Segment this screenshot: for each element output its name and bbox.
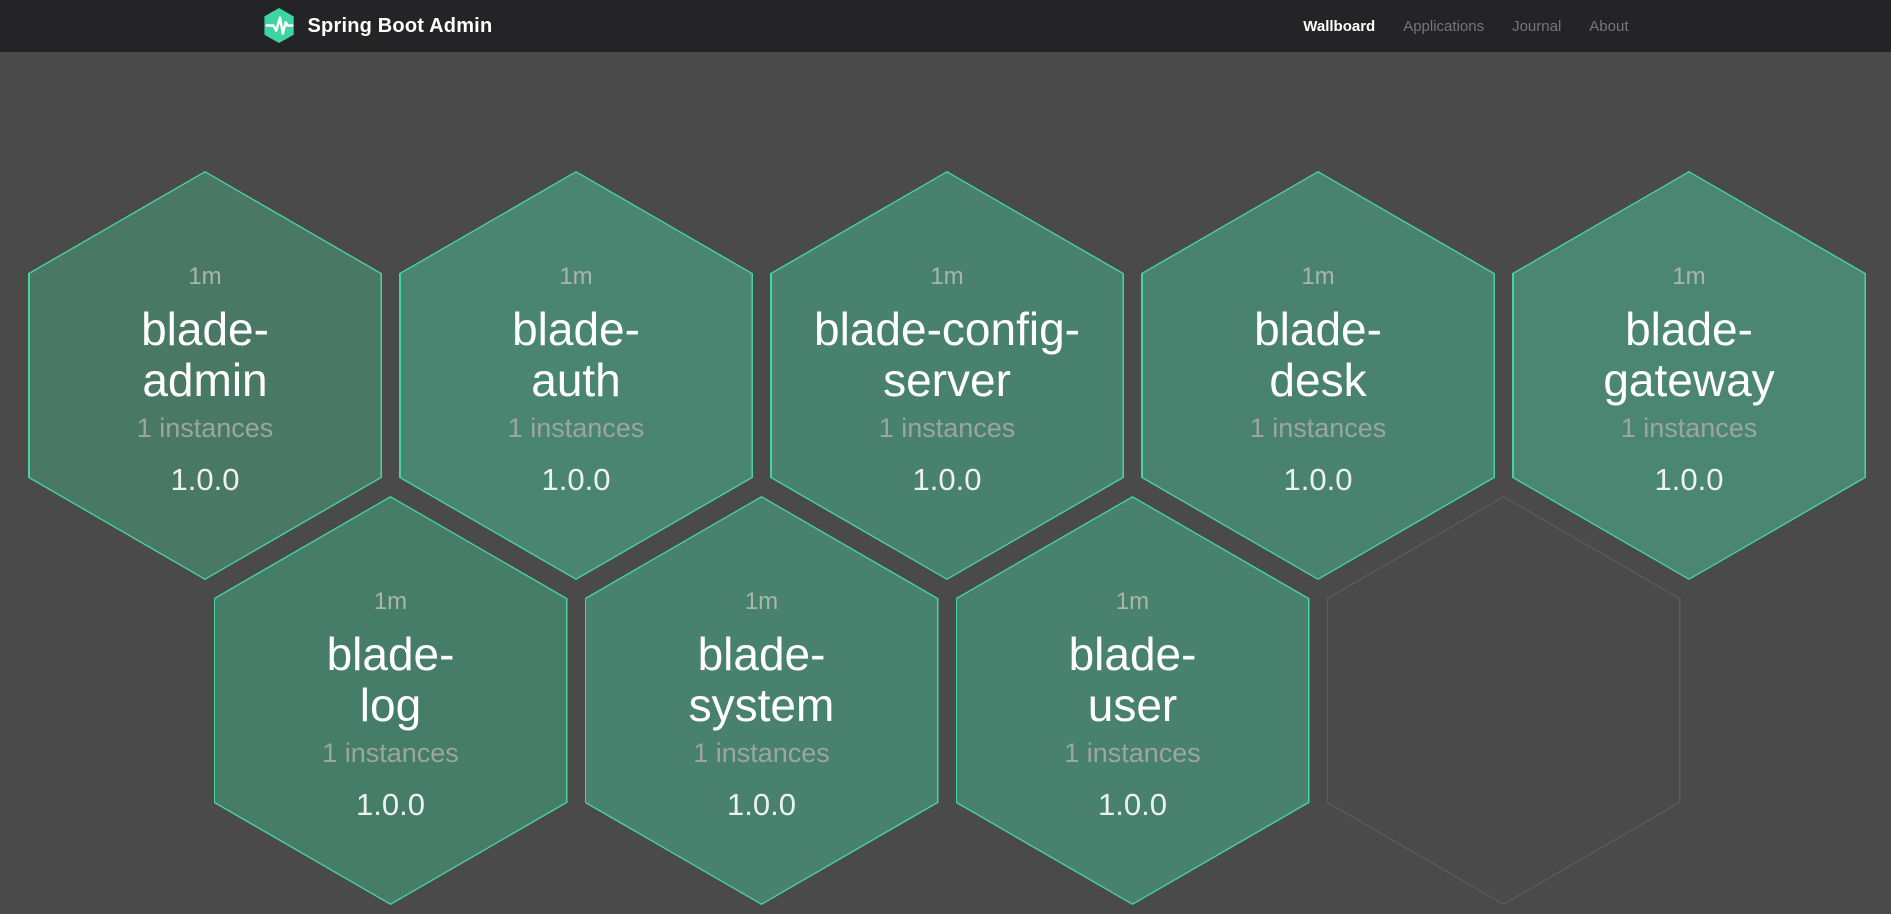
app-version: 1.0.0 — [542, 462, 611, 498]
hexagon-content: 1m blade- system 1 instances 1.0.0 — [585, 496, 939, 905]
hexagon-border — [1327, 496, 1681, 905]
app-uptime: 1m — [188, 263, 221, 291]
app-name-line2: gateway — [1603, 354, 1774, 406]
app-version: 1.0.0 — [727, 787, 796, 823]
app-name-line2: auth — [531, 354, 621, 406]
hexagon-content: 1m blade- log 1 instances 1.0.0 — [214, 496, 568, 905]
app-name-line1: blade- — [141, 303, 269, 355]
app-name-line2: desk — [1269, 354, 1366, 406]
app-name: blade- gateway — [1603, 304, 1774, 406]
app-name: blade- auth — [512, 304, 640, 406]
spring-boot-admin-logo-icon — [263, 7, 297, 45]
app-hexagon[interactable]: 1m blade- log 1 instances 1.0.0 — [214, 496, 568, 905]
wallboard: 1m blade- admin 1 instances 1.0.0 1m bla… — [0, 52, 1891, 914]
app-name-line2: admin — [142, 354, 267, 406]
app-version: 1.0.0 — [1284, 462, 1353, 498]
navbar-container: Spring Boot Admin Wallboard Applications J… — [263, 0, 1629, 52]
hexagon-content: 1m blade- user 1 instances 1.0.0 — [956, 496, 1310, 905]
app-name-line1: blade- — [698, 628, 826, 680]
hexagon-fill — [1328, 498, 1679, 904]
app-name-line1: blade-config- — [814, 303, 1080, 355]
app-instances: 1 instances — [508, 411, 645, 445]
app-name: blade- admin — [141, 304, 269, 406]
app-version: 1.0.0 — [1655, 462, 1724, 498]
app-uptime: 1m — [1672, 263, 1705, 291]
app-name-line2: system — [689, 679, 835, 731]
app-instances: 1 instances — [322, 736, 459, 770]
app-uptime: 1m — [374, 588, 407, 616]
app-name-line2: user — [1088, 679, 1177, 731]
navbar: Spring Boot Admin Wallboard Applications J… — [0, 0, 1891, 52]
app-instances: 1 instances — [137, 411, 274, 445]
app-name: blade-config- server — [814, 304, 1080, 406]
app-name-line2: server — [883, 354, 1011, 406]
nav-item[interactable]: About — [1589, 18, 1628, 35]
app-name: blade- system — [689, 629, 835, 731]
app-instances: 1 instances — [1621, 411, 1758, 445]
app-version: 1.0.0 — [171, 462, 240, 498]
app-uptime: 1m — [1301, 263, 1334, 291]
app-uptime: 1m — [930, 263, 963, 291]
nav-item[interactable]: Wallboard — [1303, 18, 1375, 35]
app-name-line1: blade- — [327, 628, 455, 680]
app-hexagon[interactable]: 1m blade- user 1 instances 1.0.0 — [956, 496, 1310, 905]
nav-item[interactable]: Applications — [1403, 18, 1484, 35]
app-instances: 1 instances — [879, 411, 1016, 445]
app-instances: 1 instances — [693, 736, 830, 770]
app-name: blade- log — [327, 629, 455, 731]
app-hexagon[interactable]: 1m blade- system 1 instances 1.0.0 — [585, 496, 939, 905]
nav-links: Wallboard Applications Journal About — [1303, 18, 1628, 35]
app-version: 1.0.0 — [356, 787, 425, 823]
app-name-line1: blade- — [512, 303, 640, 355]
nav-item[interactable]: Journal — [1512, 18, 1561, 35]
empty-hexagon-slot — [1327, 496, 1681, 905]
app-name: blade- desk — [1254, 304, 1382, 406]
brand-title: Spring Boot Admin — [308, 15, 493, 38]
app-uptime: 1m — [745, 588, 778, 616]
app-instances: 1 instances — [1064, 736, 1201, 770]
app-version: 1.0.0 — [913, 462, 982, 498]
app-name-line1: blade- — [1069, 628, 1197, 680]
app-name-line1: blade- — [1625, 303, 1753, 355]
app-name-line1: blade- — [1254, 303, 1382, 355]
brand-link[interactable]: Spring Boot Admin — [263, 7, 493, 45]
app-name: blade- user — [1069, 629, 1197, 731]
app-name-line2: log — [360, 679, 421, 731]
app-instances: 1 instances — [1250, 411, 1387, 445]
app-uptime: 1m — [559, 263, 592, 291]
app-version: 1.0.0 — [1098, 787, 1167, 823]
app-uptime: 1m — [1116, 588, 1149, 616]
